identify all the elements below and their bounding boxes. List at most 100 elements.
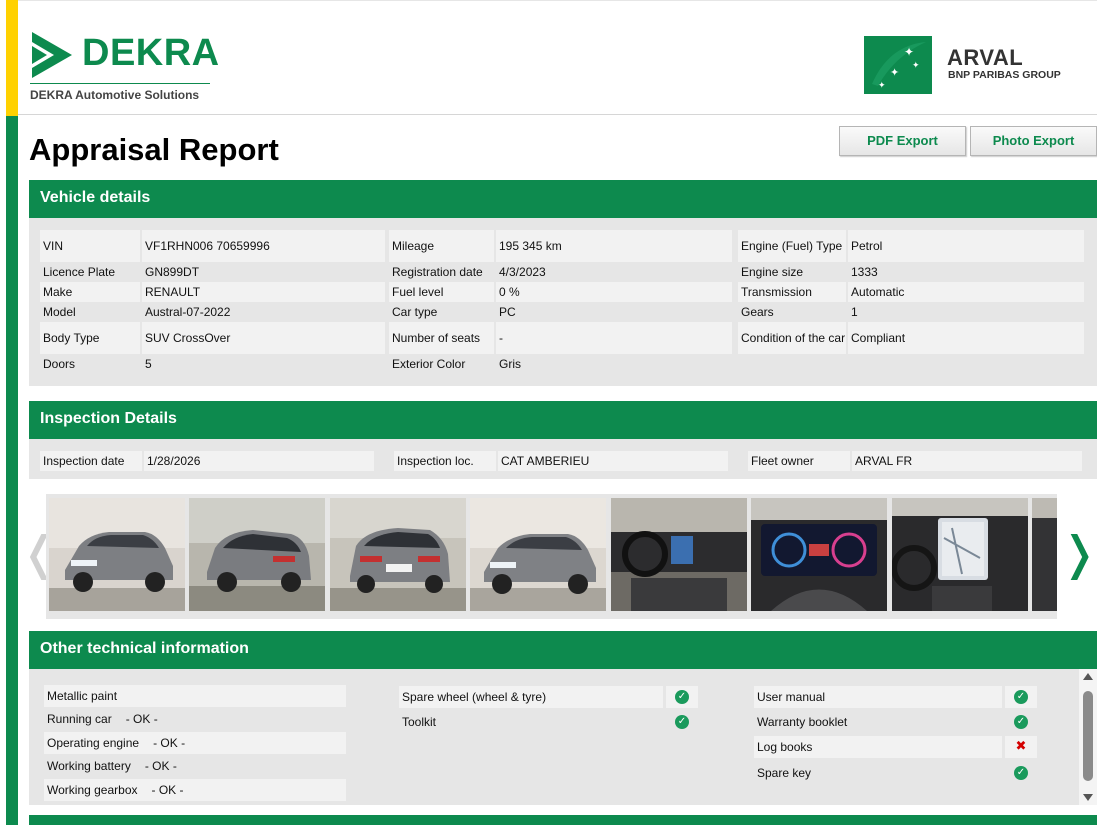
vehicle-details-panel: VIN VF1RHN006 70659996 Licence Plate GN899D… [29,218,1097,386]
vehicle-field-label [738,354,846,374]
technical-item-status: - OK - [125,712,158,726]
photo-export-button[interactable]: Photo Export [970,126,1097,156]
vehicle-field-label: Doors [43,356,76,371]
vehicle-field-label: Make [40,282,140,302]
vehicle-field-label: Mileage [389,230,494,262]
check-icon: ✓ [1014,715,1028,729]
svg-text:✦: ✦ [912,61,920,71]
inspection-field-value: 1/28/2026 [144,451,374,471]
technical-checklist-status: ✓ [1005,762,1037,784]
vehicle-field-label: Transmission [738,282,846,302]
inspection-details-header: Inspection Details [29,401,1097,439]
pdf-export-button[interactable]: PDF Export [839,126,966,156]
front-left-exterior-photo-2[interactable] [470,498,606,611]
technical-item: Working battery - OK - [44,755,346,777]
vehicle-field-value: SUV CrossOver [142,322,385,354]
vehicle-field-label: Exterior Color [392,356,466,371]
vehicle-field-value: PC [499,304,516,319]
vehicle-field-value: RENAULT [142,282,385,302]
inspection-details-panel: Inspection date 1/28/2026 Inspection loc. C… [29,439,1097,479]
check-icon: ✓ [675,690,689,704]
technical-item-status: - OK - [144,759,177,773]
technical-checklist-label: Warranty booklet [757,715,848,729]
vehicle-field-label: Engine (Fuel) Type [738,230,846,262]
technical-item-status: - OK - [151,783,184,797]
vehicle-field-value: Gris [499,356,521,371]
technical-item-label: Running car [47,712,112,726]
technical-item-status: - OK - [153,736,186,750]
interior-photo-partial[interactable] [1032,498,1057,611]
check-icon: ✓ [675,715,689,729]
technical-checklist-status: ✓ [1005,711,1037,733]
vehicle-field-value: 4/3/2023 [499,264,546,279]
check-icon: ✓ [1014,690,1028,704]
vehicle-field-value: Austral-07-2022 [145,304,231,319]
front-left-exterior-photo[interactable] [49,498,185,611]
rear-exterior-photo[interactable] [330,498,466,611]
vehicle-field-label: Registration date [392,264,483,279]
vehicle-field-label: Body Type [40,322,140,354]
technical-checklist-label: Toolkit [402,715,437,729]
technical-item: Metallic paint [44,685,346,707]
accent-stripe-yellow [6,0,18,116]
technical-checklist-label: User manual [754,686,1002,708]
vehicle-field-label: Licence Plate [43,264,116,279]
svg-text:✦: ✦ [890,66,899,79]
arval-wordmark: ARVAL [947,45,1024,70]
vehicle-field-value: 5 [145,356,152,371]
technical-item: Working gearbox - OK - [44,779,346,801]
vehicle-field-value: Automatic [848,282,1084,302]
dashboard-interior-photo[interactable] [611,498,747,611]
scroll-thumb[interactable] [1083,691,1093,781]
inspection-field-label: Inspection loc. [394,451,496,471]
vehicle-field-label: Engine size [741,264,804,279]
vehicle-details-header: Vehicle details [29,180,1097,218]
bnp-stars-icon: ✦ ✦ ✦ ✦ [864,36,932,94]
vehicle-field-value: VF1RHN006 70659996 [142,230,385,262]
technical-item-label: Operating engine [47,736,140,750]
vehicle-field-value: - [496,322,732,354]
gallery-next-arrow[interactable]: ❭ [1060,528,1097,578]
inspection-field-value: ARVAL FR [852,451,1082,471]
technical-item-label: Working gearbox [47,783,138,797]
technical-checklist-status: ✓ [666,686,698,708]
accent-stripe-green [6,116,18,825]
technical-checklist-label: Spare key [757,766,812,780]
photo-gallery [46,494,1057,619]
instrument-cluster-photo[interactable] [751,498,887,611]
technical-item: Operating engine - OK - [44,732,346,754]
inspection-field-value: CAT AMBERIEU [498,451,728,471]
page-title: Appraisal Report [29,132,279,167]
arval-logo: ✦ ✦ ✦ ✦ ARVAL BNP PARIBAS GROUP [864,36,1094,96]
technical-checklist-label: Spare wheel (wheel & tyre) [399,686,663,708]
vehicle-field-value [848,354,1084,374]
dekra-tagline: DEKRA Automotive Solutions [30,88,200,102]
cross-icon: ✖ [1015,739,1027,754]
vehicle-field-label: Condition of the car [738,322,846,354]
dekra-wordmark: DEKRA [82,32,220,74]
technical-info-header: Other technical information [29,631,1097,669]
vehicle-field-label: Model [43,304,76,319]
vehicle-field-label: Fuel level [389,282,494,302]
dekra-divider [30,83,210,84]
check-icon: ✓ [1014,766,1028,780]
center-screen-photo[interactable] [892,498,1028,611]
scroll-down-arrow-icon[interactable] [1083,794,1093,801]
technical-checklist-status: ✓ [666,711,698,733]
inspection-field-label: Inspection date [40,451,142,471]
rear-left-exterior-photo[interactable] [189,498,325,611]
technical-scrollbar[interactable] [1079,669,1097,805]
vehicle-field-label: Gears [741,304,774,319]
appraisal-page: DEKRA DEKRA Automotive Solutions ✦ ✦ ✦ ✦… [0,0,1097,825]
vehicle-field-value: Petrol [848,230,1084,262]
inspection-field-label: Fleet owner [748,451,850,471]
vehicle-field-value: GN899DT [145,264,200,279]
technical-checklist-status: ✖ [1005,736,1037,758]
scroll-up-arrow-icon[interactable] [1083,673,1093,680]
svg-text:✦: ✦ [904,45,914,59]
technical-item: Running car - OK - [44,708,346,730]
vehicle-field-value: Compliant [848,322,1084,354]
dekra-mark-icon [32,32,72,78]
technical-info-panel: Metallic paint Running car - OK - Operating… [29,669,1079,805]
technical-checklist-label: Log books [754,736,1002,758]
